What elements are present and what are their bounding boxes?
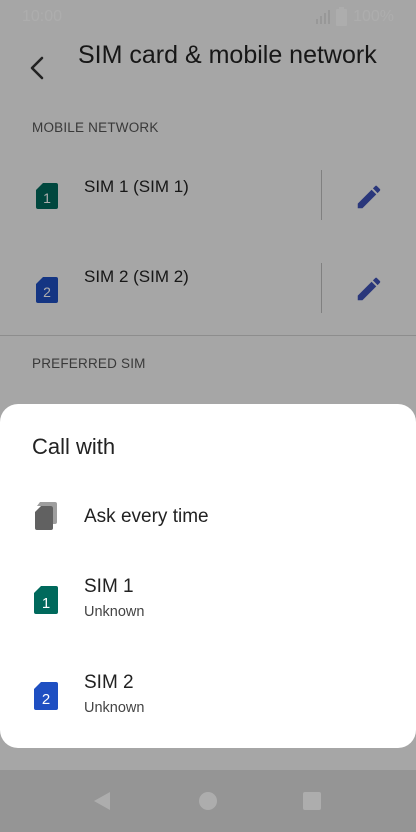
option-sim-2[interactable]: 2 SIM 2 Unknown	[0, 660, 416, 736]
dialog-title: Call with	[32, 434, 116, 459]
svg-text:2: 2	[42, 691, 50, 708]
sim-cards-icon	[35, 502, 57, 530]
sim-2-icon: 2	[34, 682, 58, 710]
option-label: SIM 2	[84, 672, 134, 693]
option-sim-1[interactable]: 1 SIM 1 Unknown	[0, 564, 416, 640]
sim-1-icon: 1	[34, 586, 58, 614]
option-label: SIM 1	[84, 576, 134, 597]
call-with-dialog: Call with Ask every time 1 SIM 1 Unknown…	[0, 404, 416, 748]
option-ask-every-time[interactable]: Ask every time	[0, 486, 416, 546]
option-label: Ask every time	[84, 506, 209, 527]
option-sublabel: Unknown	[84, 604, 145, 620]
option-sublabel: Unknown	[84, 700, 145, 716]
svg-text:1: 1	[42, 595, 50, 612]
